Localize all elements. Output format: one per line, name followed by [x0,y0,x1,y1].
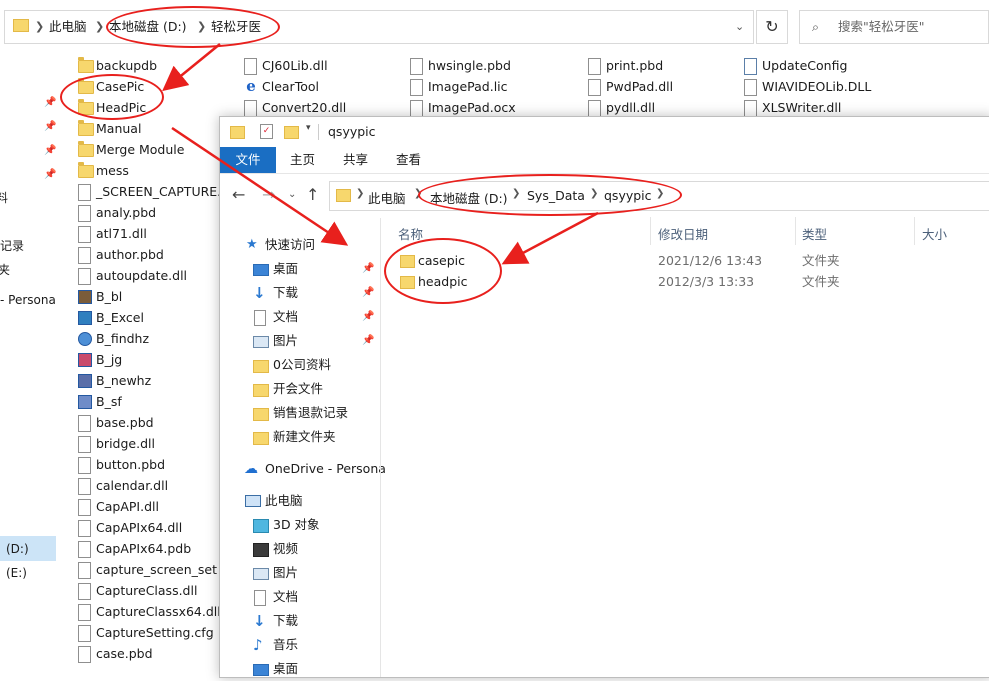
annotation-arrow [501,211,599,265]
annotation-arrows [162,43,599,265]
annotation-arrow [171,126,349,246]
annotation-arrow [162,43,221,92]
